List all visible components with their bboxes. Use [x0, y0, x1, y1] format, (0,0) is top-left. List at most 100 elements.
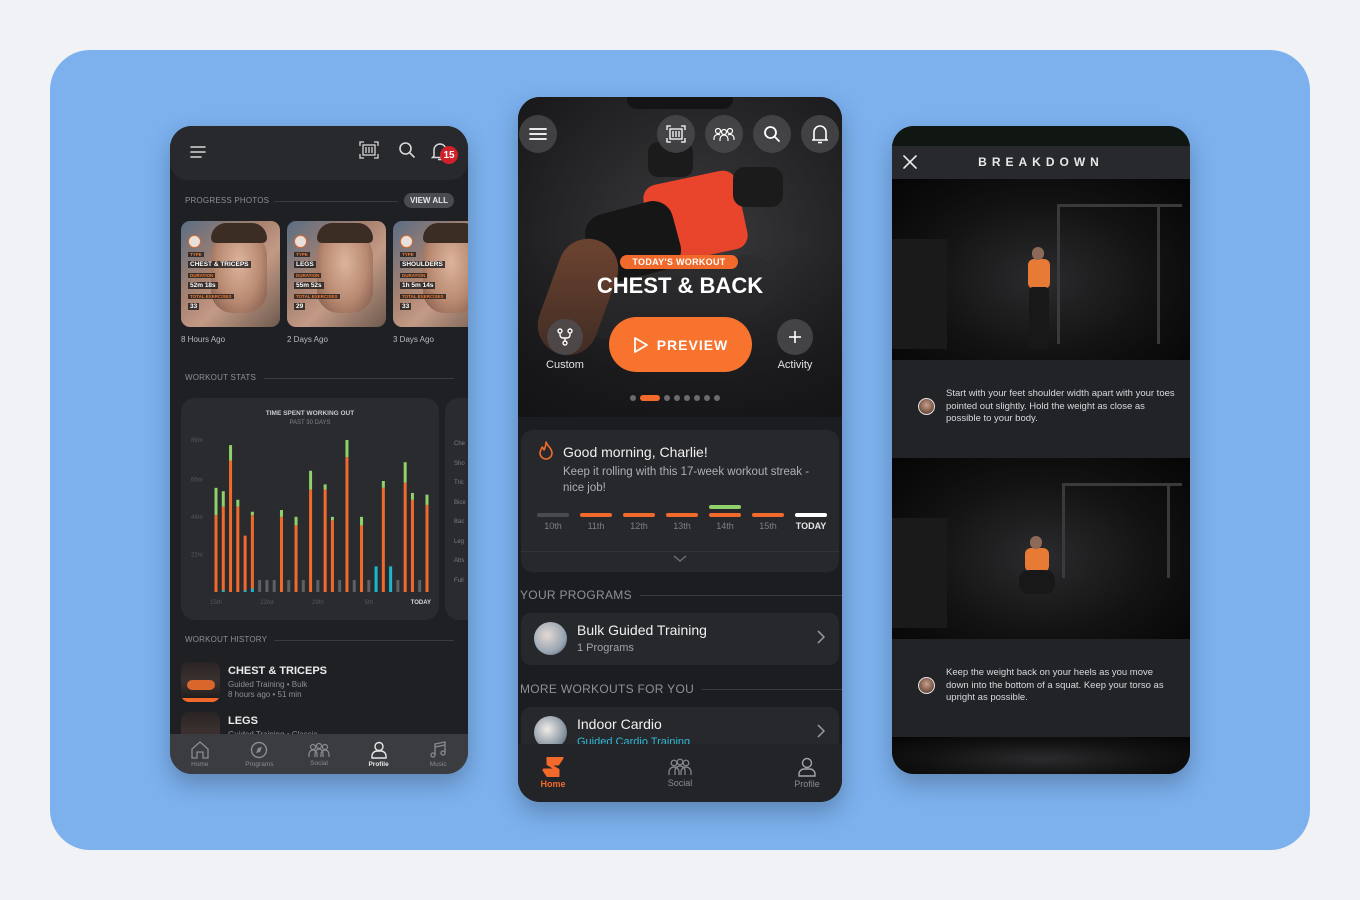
bar-warmup[interactable]	[221, 491, 225, 507]
more-workouts-title: MORE WORKOUTS FOR YOU	[520, 682, 695, 696]
view-all-button[interactable]: VIEW ALL	[404, 193, 454, 208]
nav-label: Social	[667, 778, 693, 788]
user-icon	[370, 741, 387, 759]
bar-strength[interactable]	[330, 520, 334, 592]
exercises-value: 33	[400, 303, 412, 310]
bar-warmup[interactable]	[214, 487, 218, 516]
menu-button[interactable]	[519, 115, 557, 153]
bar-cardio[interactable]	[221, 590, 225, 592]
chevron-down-icon[interactable]	[673, 555, 687, 563]
carousel-dot[interactable]	[694, 395, 700, 401]
bar-cardio[interactable]	[374, 566, 378, 592]
bar-strength[interactable]	[410, 499, 414, 592]
bar-warmup[interactable]	[279, 510, 283, 517]
progress-photo[interactable]: TYPE CHEST & TRICEPS DURATION 52m 18s TO…	[181, 221, 280, 327]
streak-bar	[709, 513, 741, 517]
exercises-value: 33	[188, 303, 200, 310]
streak-bar	[623, 513, 655, 517]
search-button[interactable]	[753, 115, 791, 153]
nav-label: Programs	[245, 760, 274, 768]
bar-cardio[interactable]	[389, 566, 393, 592]
carousel-dot[interactable]	[640, 395, 660, 401]
workout-history-title: WORKOUT HISTORY	[185, 635, 268, 644]
search-icon[interactable]	[395, 138, 419, 162]
program-avatar	[534, 622, 567, 655]
search-icon	[764, 126, 780, 142]
bar-warmup[interactable]	[294, 516, 298, 526]
nav-home[interactable]: Home	[528, 744, 578, 802]
nav-home[interactable]: Home	[170, 734, 230, 774]
exercise-video-step-3[interactable]	[892, 737, 1190, 774]
notifications-button[interactable]	[801, 115, 839, 153]
muscle-label: Full	[454, 577, 464, 584]
bar-warmup[interactable]	[250, 511, 254, 516]
bar-strength[interactable]	[250, 515, 254, 589]
add-activity-button[interactable]	[777, 319, 813, 355]
hamburger-icon[interactable]	[186, 140, 210, 164]
nav-music[interactable]: Music	[408, 734, 468, 774]
bar-warmup[interactable]	[403, 462, 407, 483]
bar-warmup[interactable]	[229, 445, 233, 461]
bar-warmup[interactable]	[330, 516, 334, 521]
progress-photo[interactable]: TYPE LEGS DURATION 55m 52s TOTAL EXERCIS…	[287, 221, 386, 327]
carousel-dot[interactable]	[704, 395, 710, 401]
carousel-indicator[interactable]	[630, 395, 720, 401]
scan-button[interactable]	[657, 115, 695, 153]
hero-image: TODAY'S WORKOUT CHEST & BACK Custom PREV…	[518, 97, 842, 417]
activity-label[interactable]: Activity	[760, 359, 830, 371]
bell-icon[interactable]: 15	[428, 136, 464, 166]
custom-button[interactable]	[547, 319, 583, 355]
custom-label[interactable]: Custom	[530, 359, 600, 371]
nav-social[interactable]: Social	[655, 744, 705, 802]
bar-warmup[interactable]	[360, 516, 364, 526]
bar-strength[interactable]	[229, 460, 233, 592]
bar-strength[interactable]	[279, 516, 283, 592]
bar-strength[interactable]	[360, 525, 364, 592]
bar-strength[interactable]	[294, 525, 298, 592]
bar-warmup[interactable]	[345, 440, 349, 458]
social-button[interactable]	[705, 115, 743, 153]
muscle-label: Bac	[454, 519, 465, 525]
bar-warmup[interactable]	[309, 470, 313, 490]
carousel-dot[interactable]	[714, 395, 720, 401]
bar-cardio[interactable]	[250, 588, 254, 592]
nav-social[interactable]: Social	[289, 734, 349, 774]
program-card[interactable]: Bulk Guided Training 1 Programs	[521, 613, 839, 665]
nav-profile[interactable]: Profile	[349, 734, 409, 774]
exercise-video-step-1[interactable]	[892, 179, 1190, 360]
divider	[702, 689, 842, 690]
barcode-scan-icon[interactable]	[357, 138, 381, 162]
bar-strength[interactable]	[345, 457, 349, 592]
type-value: SHOULDERS	[400, 261, 445, 268]
bar-strength[interactable]	[243, 535, 247, 591]
bar-warmup[interactable]	[381, 480, 385, 488]
bar-strength[interactable]	[214, 515, 218, 592]
rest-day-bar	[418, 580, 422, 592]
exercise-video-step-2[interactable]	[892, 458, 1190, 639]
bar-strength[interactable]	[381, 487, 385, 592]
bar-strength[interactable]	[236, 506, 240, 592]
nav-programs[interactable]: Programs	[230, 734, 290, 774]
progress-photo[interactable]: TYPE SHOULDERS DURATION 1h 5m 14s TOTAL …	[393, 221, 468, 327]
bar-strength[interactable]	[309, 489, 313, 592]
carousel-dot[interactable]	[684, 395, 690, 401]
bar-cardio[interactable]	[243, 590, 247, 592]
bar-strength[interactable]	[221, 506, 225, 591]
bar-warmup[interactable]	[425, 494, 429, 505]
bar-strength[interactable]	[323, 489, 327, 592]
bar-warmup[interactable]	[410, 492, 414, 500]
carousel-dot[interactable]	[664, 395, 670, 401]
preview-button[interactable]: PREVIEW	[609, 317, 752, 372]
carousel-dot[interactable]	[674, 395, 680, 401]
divider	[264, 378, 454, 379]
carousel-dot[interactable]	[630, 395, 636, 401]
bar-strength[interactable]	[425, 504, 429, 592]
bar-strength[interactable]	[403, 482, 407, 592]
bar-warmup[interactable]	[236, 499, 240, 507]
x-tick-label: 5th	[365, 600, 373, 606]
program-title: Bulk Guided Training	[577, 622, 707, 638]
camera-notch	[627, 97, 733, 109]
nav-profile[interactable]: Profile	[782, 744, 832, 802]
bar-warmup[interactable]	[323, 484, 327, 490]
duration-value: 55m 52s	[294, 282, 324, 289]
